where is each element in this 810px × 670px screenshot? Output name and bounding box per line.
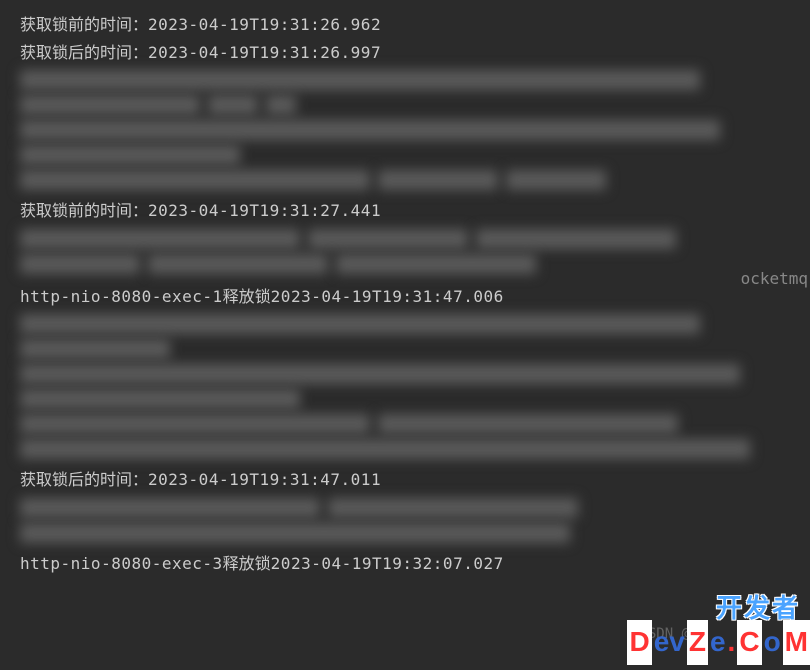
wm-c: C [737, 620, 761, 665]
log-label: 获取锁前的时间： [20, 15, 148, 34]
log-label: 获取锁前的时间： [20, 201, 148, 220]
wm-o: o [764, 620, 781, 665]
wm-z: Z [687, 620, 708, 665]
log-line-before-lock-1: 获取锁前的时间：2023-04-19T19:31:26.962 [20, 12, 790, 38]
log-fragment: ocketmq [741, 266, 808, 292]
redacted-block [20, 70, 790, 190]
log-label: 释放锁 [223, 287, 271, 306]
log-label: 释放锁 [223, 554, 271, 573]
log-line-after-lock-2: 获取锁后的时间：2023-04-19T19:31:47.011 [20, 467, 790, 493]
log-thread: http-nio-8080-exec-3 [20, 554, 223, 573]
redacted-block [20, 314, 790, 459]
log-label: 获取锁后的时间： [20, 43, 148, 62]
log-line-before-lock-2: 获取锁前的时间：2023-04-19T19:31:27.441 [20, 198, 790, 224]
redacted-block [20, 498, 790, 543]
wm-d: D [627, 620, 651, 665]
log-timestamp: 2023-04-19T19:31:47.006 [271, 287, 504, 306]
log-timestamp: 2023-04-19T19:31:47.011 [148, 470, 381, 489]
log-line-release-lock-1: http-nio-8080-exec-1释放锁2023-04-19T19:31:… [20, 284, 790, 310]
redacted-block [20, 229, 790, 274]
log-timestamp: 2023-04-19T19:31:27.441 [148, 201, 381, 220]
log-label: 获取锁后的时间： [20, 470, 148, 489]
log-timestamp: 2023-04-19T19:32:07.027 [271, 554, 504, 573]
wm-ev: ev [654, 620, 685, 665]
watermark-logo: D ev Z e . C o M [627, 620, 810, 665]
log-timestamp: 2023-04-19T19:31:26.997 [148, 43, 381, 62]
wm-m: M [783, 620, 810, 665]
log-thread: http-nio-8080-exec-1 [20, 287, 223, 306]
log-line-after-lock-1: 获取锁后的时间：2023-04-19T19:31:26.997 [20, 40, 790, 66]
log-timestamp: 2023-04-19T19:31:26.962 [148, 15, 381, 34]
wm-dot: . [728, 620, 736, 665]
log-line-release-lock-2: http-nio-8080-exec-3释放锁2023-04-19T19:32:… [20, 551, 790, 577]
wm-e: e [710, 620, 726, 665]
